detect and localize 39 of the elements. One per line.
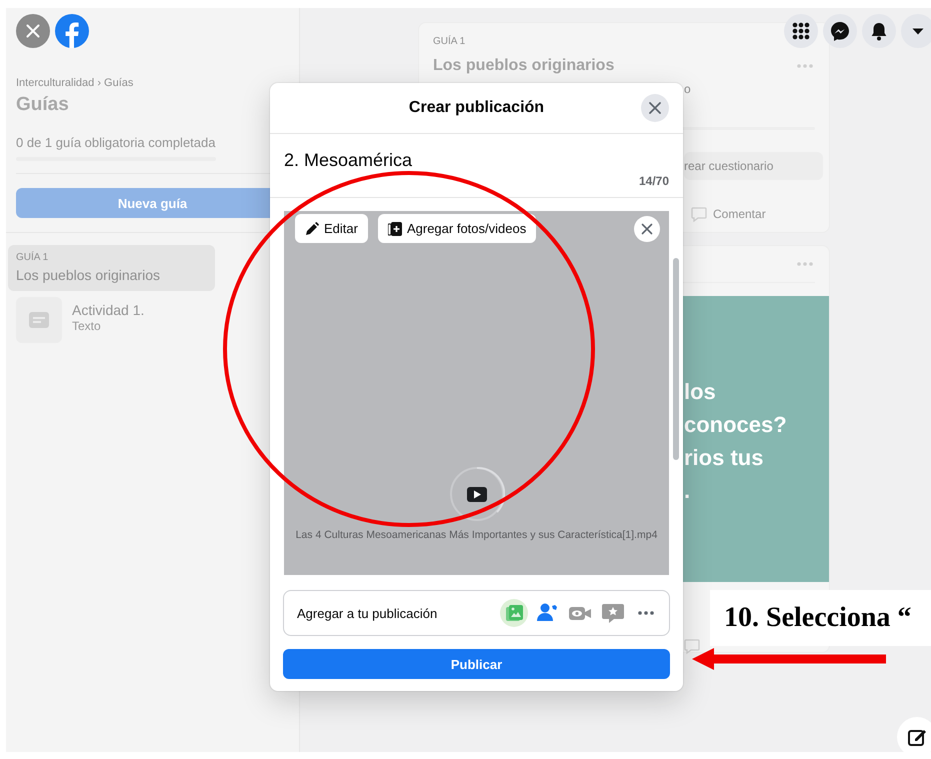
close-icon[interactable]: [16, 14, 50, 48]
activity-type: Texto: [72, 319, 102, 333]
quiz-button[interactable]: rear cuestionario: [684, 152, 823, 180]
poster-text: rios tus: [684, 444, 764, 472]
guide-note: o: [684, 81, 692, 97]
add-to-post-label: Agregar a tu publicación: [297, 606, 438, 620]
guide-label: GUÍA 1: [16, 251, 50, 265]
character-counter: 14/70: [638, 173, 669, 189]
activity-title[interactable]: Actividad 1.: [72, 301, 144, 319]
add-photo-icon: [388, 222, 402, 236]
file-name: Las 4 Culturas Mesoamericanas Más Importantes y sus Característica[1].mp4: [294, 529, 658, 541]
close-icon[interactable]: [641, 94, 669, 122]
guide-title: Los pueblos originarios: [16, 266, 161, 285]
publish-button[interactable]: Publicar: [283, 649, 670, 679]
chat-bubble-icon[interactable]: [823, 14, 857, 48]
page-title: Guías: [16, 93, 70, 117]
document-icon: [29, 312, 49, 328]
poster-text: conoces?: [684, 411, 788, 439]
guide-item[interactable]: GUÍA 1 Los pueblos originarios: [8, 245, 215, 291]
title-field[interactable]: 2. Mesoamérica: [284, 149, 412, 171]
dialog-title: Crear publicación: [408, 99, 544, 117]
guide-title: Los pueblos originarios: [433, 56, 614, 76]
caret-icon[interactable]: [901, 14, 931, 48]
remove-icon[interactable]: [634, 216, 660, 242]
add-media-button[interactable]: Agregar fotos/videos: [378, 214, 536, 243]
play-icon: [449, 466, 505, 522]
poster-text: los: [684, 378, 717, 406]
comment-button[interactable]: Comentar: [713, 207, 766, 221]
poster-text: .: [684, 477, 692, 505]
grid-icon[interactable]: [784, 14, 818, 48]
guide-label: GUÍA 1: [433, 35, 466, 49]
pencil-icon: [305, 222, 319, 236]
edit-button[interactable]: Editar: [295, 214, 368, 243]
progress-text: 0 de 1 guía obligatoria completada: [16, 135, 216, 151]
logo-icon[interactable]: [55, 14, 89, 48]
photo-icon[interactable]: [500, 599, 528, 627]
bell-icon[interactable]: [862, 14, 896, 48]
callout: 10. Selecciona “: [710, 590, 931, 646]
comment-icon: [691, 206, 707, 222]
